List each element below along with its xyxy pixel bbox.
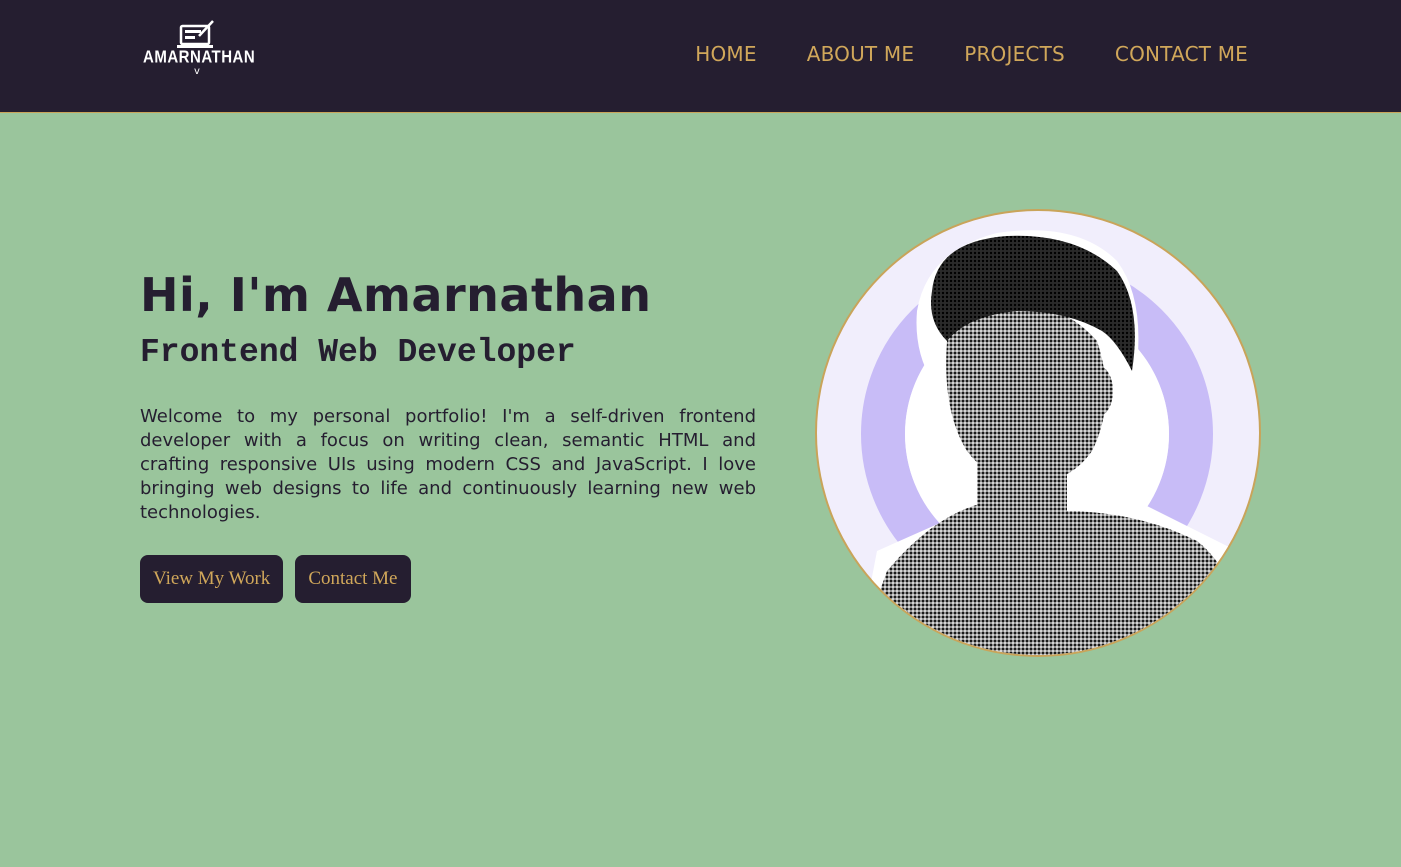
profile-photo	[815, 209, 1261, 657]
nav-contact-me[interactable]: CONTACT ME	[1115, 42, 1248, 66]
hero-subtitle: Frontend Web Developer	[140, 334, 576, 371]
logo-caret: v	[194, 66, 200, 77]
hero-description: Welcome to my personal portfolio! I'm a …	[140, 406, 756, 523]
hero-title: Hi, I'm Amarnathan	[140, 268, 652, 322]
site-logo[interactable]: AMARNATHAN v	[143, 18, 256, 90]
main-nav: HOME ABOUT ME PROJECTS CONTACT ME	[645, 42, 1248, 66]
logo-text: AMARNATHAN	[143, 47, 256, 68]
view-work-button[interactable]: View My Work	[140, 555, 284, 603]
contact-button[interactable]: Contact Me	[295, 555, 411, 603]
hero-buttons: View My Work Contact Me	[140, 555, 411, 603]
laptop-pen-icon	[143, 18, 251, 50]
nav-home[interactable]: HOME	[695, 42, 756, 66]
nav-projects[interactable]: PROJECTS	[964, 42, 1065, 66]
nav-about-me[interactable]: ABOUT ME	[807, 42, 915, 66]
navbar: AMARNATHAN v HOME ABOUT ME PROJECTS CONT…	[0, 0, 1401, 113]
